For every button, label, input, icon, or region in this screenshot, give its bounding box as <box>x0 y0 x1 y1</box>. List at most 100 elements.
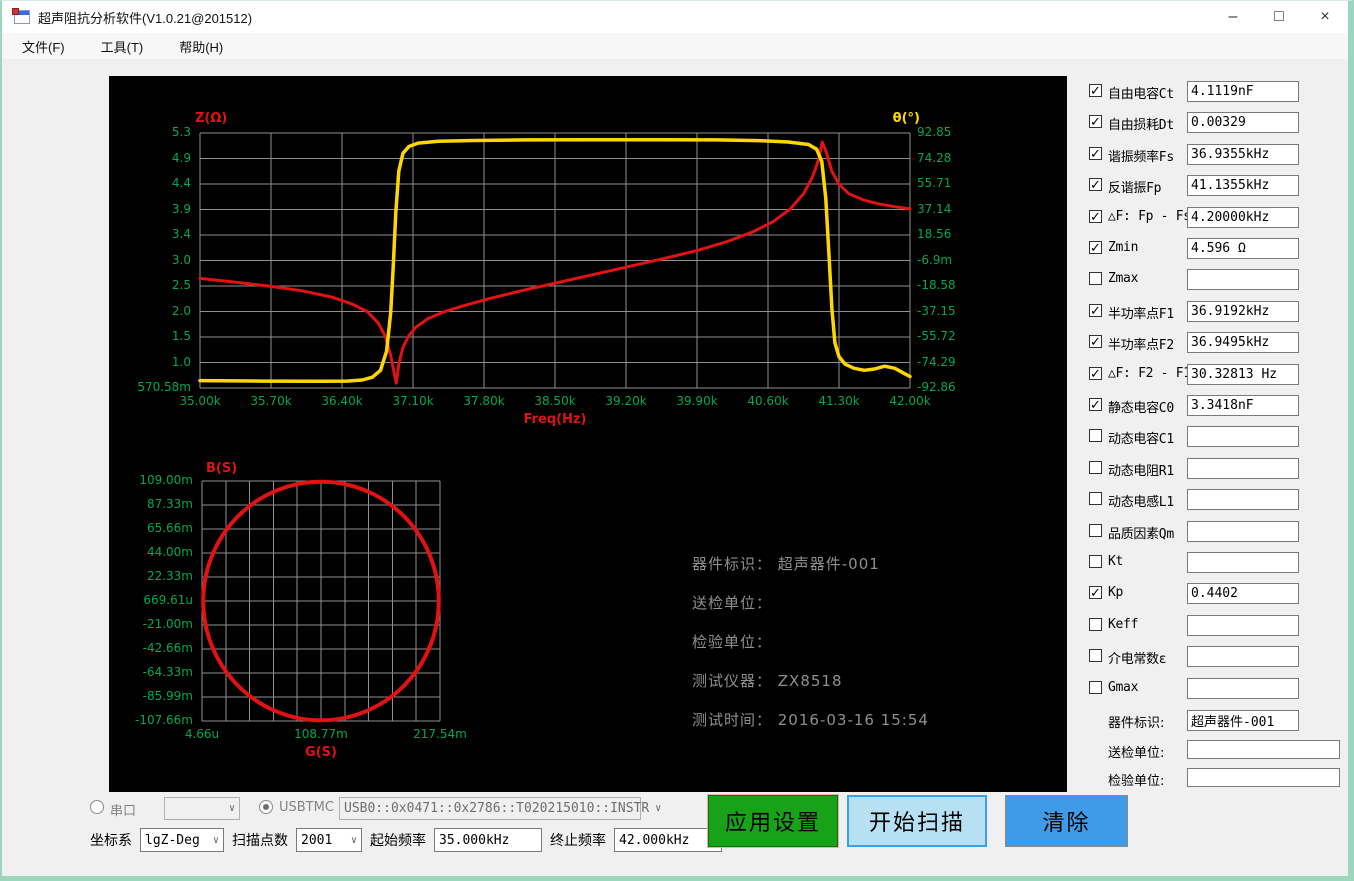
freq-axis-tick: 38.50k <box>534 394 576 408</box>
result-row: 静态电容C0 <box>1087 395 1348 426</box>
result-label-2: 谐振频率Fs <box>1108 149 1174 165</box>
result-checkbox-9[interactable] <box>1089 366 1102 382</box>
b-axis-tick: 109.00m <box>139 473 193 487</box>
theta-axis-tick: -6.9m <box>917 252 953 267</box>
coord-system-combo[interactable]: lgZ-Deg ∨ <box>140 828 224 852</box>
result-checkbox-18[interactable] <box>1089 649 1102 663</box>
theta-axis-tick: 18.56 <box>917 227 952 241</box>
result-label-5: Zmin <box>1108 240 1139 255</box>
identity-value-0[interactable] <box>1187 710 1299 731</box>
result-checkbox-10[interactable] <box>1089 397 1102 413</box>
result-value-1[interactable] <box>1187 112 1299 134</box>
result-value-3[interactable] <box>1187 175 1299 197</box>
result-checkbox-0[interactable] <box>1089 83 1102 99</box>
b-axis-tick: 22.33m <box>146 569 193 583</box>
identity-value-1[interactable] <box>1187 740 1340 759</box>
stop-freq-input[interactable] <box>614 828 722 852</box>
result-value-15[interactable] <box>1187 552 1299 573</box>
start-scan-button[interactable]: 开始扫描 <box>847 795 987 847</box>
result-checkbox-2[interactable] <box>1089 146 1102 162</box>
result-value-8[interactable] <box>1187 332 1299 354</box>
freq-axis-title: Freq(Hz) <box>523 412 587 427</box>
result-label-16: Kp <box>1108 585 1124 601</box>
result-checkbox-17[interactable] <box>1089 617 1102 631</box>
result-label-0: 自由电容Ct <box>1108 87 1174 102</box>
result-row: Keff <box>1087 614 1348 646</box>
result-checkbox-8[interactable] <box>1089 334 1102 350</box>
freq-axis-tick: 39.90k <box>676 394 718 408</box>
clear-button[interactable]: 清除 <box>1005 795 1128 847</box>
result-value-12[interactable] <box>1187 457 1299 479</box>
result-row: 动态电阻R1 <box>1087 457 1348 489</box>
freq-axis-tick: 39.20k <box>605 394 647 408</box>
usbtmc-radio[interactable] <box>259 800 273 814</box>
freq-axis-tick: 37.10k <box>392 394 434 408</box>
maximize-button[interactable]: □ <box>1256 1 1302 33</box>
sweep-settings-row: 坐标系 lgZ-Deg ∨ 扫描点数 2001 ∨ 起始频率 终止频率 <box>90 827 722 853</box>
chevron-down-icon: ∨ <box>228 803 235 814</box>
result-checkbox-4[interactable] <box>1089 209 1102 225</box>
start-freq-label: 起始频率 <box>370 833 426 849</box>
result-value-5[interactable] <box>1187 238 1299 259</box>
z-axis-tick: 1.0 <box>171 354 191 369</box>
result-label-11: 动态电容C1 <box>1108 432 1174 448</box>
menu-help[interactable]: 帮助(H) <box>167 33 235 60</box>
theta-axis-tick: 74.28 <box>917 150 952 165</box>
minimize-button[interactable]: – <box>1210 1 1256 33</box>
result-checkbox-6[interactable] <box>1089 272 1102 286</box>
identity-value-2[interactable] <box>1187 768 1340 787</box>
menu-tools[interactable]: 工具(T) <box>89 33 156 60</box>
result-value-14[interactable] <box>1187 520 1299 542</box>
result-value-0[interactable] <box>1187 81 1299 102</box>
result-checkbox-13[interactable] <box>1089 492 1102 506</box>
result-checkbox-3[interactable] <box>1089 177 1102 193</box>
result-checkbox-1[interactable] <box>1089 114 1102 130</box>
result-checkbox-12[interactable] <box>1089 460 1102 474</box>
result-value-6[interactable] <box>1187 269 1299 291</box>
identity-label-0: 器件标识: <box>1108 716 1165 731</box>
result-value-4[interactable] <box>1187 206 1299 228</box>
menu-file[interactable]: 文件(F) <box>10 33 77 60</box>
result-checkbox-7[interactable] <box>1089 303 1102 319</box>
result-value-17[interactable] <box>1187 614 1299 636</box>
result-checkbox-15[interactable] <box>1089 555 1102 568</box>
z-axis-tick: 4.9 <box>171 150 191 165</box>
result-checkbox-19[interactable] <box>1089 680 1102 694</box>
device-info-line-1: 送检单位： <box>692 594 773 612</box>
serial-port-combo[interactable]: ∨ <box>164 797 240 820</box>
z-axis-tick: 2.0 <box>171 303 191 318</box>
result-value-18[interactable] <box>1187 646 1299 668</box>
result-label-15: Kt <box>1108 554 1124 569</box>
sweep-points-combo[interactable]: 2001 ∨ <box>296 828 362 852</box>
start-freq-input[interactable] <box>434 828 542 852</box>
result-value-7[interactable] <box>1187 300 1299 322</box>
b-axis-title: B(S) <box>206 461 238 476</box>
result-value-10[interactable] <box>1187 395 1299 416</box>
result-label-12: 动态电阻R1 <box>1108 463 1174 479</box>
result-value-9[interactable] <box>1187 363 1299 385</box>
result-value-2[interactable] <box>1187 143 1299 165</box>
result-checkbox-16[interactable] <box>1089 585 1102 601</box>
result-label-7: 半功率点F1 <box>1108 306 1174 322</box>
result-checkbox-11[interactable] <box>1089 429 1102 443</box>
result-row: △F: Fp - Fs <box>1087 206 1348 238</box>
close-button[interactable]: × <box>1302 1 1348 33</box>
z-axis-tick: 570.58m <box>137 380 191 394</box>
serial-radio[interactable] <box>90 800 104 814</box>
theta-axis-tick: -18.58 <box>917 278 956 292</box>
z-axis-tick: 3.9 <box>171 201 191 216</box>
result-value-11[interactable] <box>1187 426 1299 448</box>
result-checkbox-14[interactable] <box>1089 523 1102 537</box>
result-value-19[interactable] <box>1187 677 1299 699</box>
result-value-16[interactable] <box>1187 583 1299 605</box>
result-row: 反谐振Fp <box>1087 175 1348 206</box>
result-label-10: 静态电容C0 <box>1108 401 1174 416</box>
b-axis-tick: -42.66m <box>142 641 193 655</box>
result-row: Zmin <box>1087 238 1348 269</box>
result-checkbox-5[interactable] <box>1089 240 1102 256</box>
usbtmc-address-combo[interactable]: USB0::0x0471::0x2786::T020215010::INSTR … <box>339 797 661 820</box>
result-value-13[interactable] <box>1187 489 1299 511</box>
g-axis-tick: 108.77m <box>294 727 348 741</box>
result-row: △F: F2 - F1 <box>1087 363 1348 395</box>
apply-settings-button[interactable]: 应用设置 <box>707 794 839 848</box>
